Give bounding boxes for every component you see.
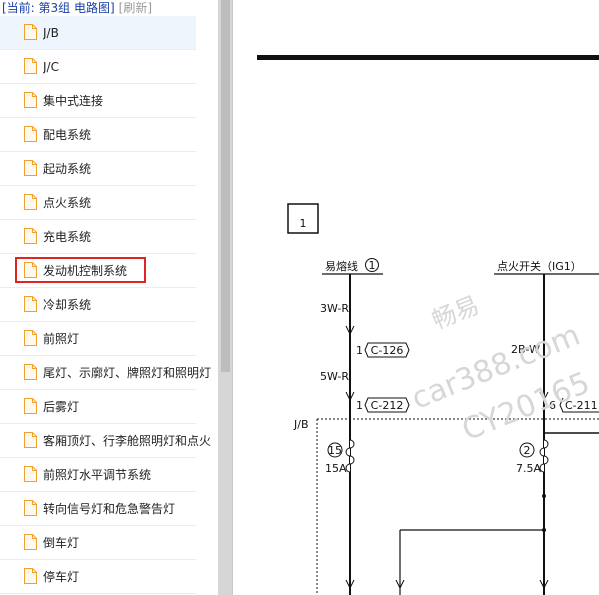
- fuse-right-number: 2: [524, 444, 531, 457]
- nav-item-label: 冷却系统: [43, 298, 92, 312]
- pin-label: 1: [356, 399, 363, 412]
- fuse-right-rating: 7.5A: [516, 462, 541, 475]
- wire-label-3w-r: 3W-R: [320, 302, 349, 315]
- nav-item-label: 起动系统: [43, 162, 92, 176]
- fuse-left-symbol: [345, 439, 355, 473]
- ignition-switch-title: 点火开关（IG1）: [497, 259, 582, 273]
- nav-item[interactable]: 充电系统: [0, 220, 196, 254]
- fusible-link-number: 1: [369, 259, 376, 272]
- pin-label: 1: [356, 344, 363, 357]
- nav-tree: [当前: 第3组 电路图] [刷新] J/B J/C 集中式连接配电系统起动系统点火系…: [0, 0, 218, 595]
- fusible-link-title: 易熔线: [325, 259, 358, 273]
- document-icon: [24, 262, 37, 278]
- document-icon: [24, 228, 37, 244]
- breadcrumb: [当前: 第3组 电路图] [刷新]: [2, 0, 218, 16]
- document-icon: [24, 24, 37, 40]
- nav-item-label: 前照灯水平调节系统: [43, 468, 152, 482]
- fuse-right-symbol: [539, 439, 549, 473]
- document-icon: [24, 432, 37, 448]
- nav-item[interactable]: 客厢顶灯、行李舱照明灯和点火: [0, 424, 211, 458]
- svg-text:C-212: C-212: [371, 399, 404, 412]
- nav-item[interactable]: J/C: [0, 50, 196, 84]
- nav-item-label: 前照灯: [43, 332, 80, 346]
- document-icon: [24, 296, 37, 312]
- nav-item-label: J/B: [43, 26, 59, 40]
- document-icon: [24, 194, 37, 210]
- svg-text:C-126: C-126: [371, 344, 404, 357]
- document-icon: [24, 398, 37, 414]
- circuit-diagram: 1 易熔线 1 点火开关（IG1） 3W-R 1 C-126 5W-R 1 C-…: [237, 0, 599, 595]
- nav-item-label: 配电系统: [43, 128, 92, 142]
- refresh-link[interactable]: [刷新]: [119, 1, 152, 15]
- nav-item[interactable]: 转向信号灯和危急警告灯: [0, 492, 196, 526]
- document-icon: [24, 126, 37, 142]
- document-icon: [24, 92, 37, 108]
- nav-item[interactable]: 点火系统: [0, 186, 196, 220]
- nav-item-label: 客厢顶灯、行李舱照明灯和点火: [43, 434, 212, 448]
- nav-item[interactable]: J/B: [0, 16, 196, 50]
- circuit-diagram-svg: 1 易熔线 1 点火开关（IG1） 3W-R 1 C-126 5W-R 1 C-…: [257, 55, 599, 595]
- nav-item[interactable]: 倒车灯: [0, 526, 196, 560]
- nav-item[interactable]: 前照灯水平调节系统: [0, 458, 196, 492]
- document-icon: [24, 160, 37, 176]
- fuse-left-number: 15: [328, 444, 342, 457]
- document-icon: [24, 466, 37, 482]
- nav-item[interactable]: 前照灯: [0, 322, 196, 356]
- jb-label: J/B: [293, 418, 309, 431]
- wire-label-5w-r: 5W-R: [320, 370, 349, 383]
- document-icon: [24, 534, 37, 550]
- nav-item[interactable]: 尾灯、示廓灯、牌照灯和照明灯: [0, 356, 211, 390]
- nav-item-label: 发动机控制系统: [43, 264, 128, 278]
- section-number: 1: [300, 217, 307, 230]
- breadcrumb-current: [当前: 第3组 电路图]: [2, 1, 115, 15]
- nav-item-label: 转向信号灯和危急警告灯: [43, 502, 176, 516]
- fuse-left-rating: 15A: [325, 462, 347, 475]
- document-icon: [24, 568, 37, 584]
- nav-item-label: 后雾灯: [43, 400, 80, 414]
- nav-item-label: 倒车灯: [43, 536, 80, 550]
- watermark: 畅易 car388.com CY20165: [407, 291, 595, 448]
- nav-item[interactable]: 发动机控制系统: [0, 254, 196, 288]
- document-icon: [24, 330, 37, 346]
- top-rule: [257, 55, 599, 60]
- nav-list: J/B J/C 集中式连接配电系统起动系统点火系统充电系统发动机控制系统 冷却系统前照…: [0, 16, 218, 594]
- nav-item-label: 集中式连接: [43, 94, 104, 108]
- svg-text:畅易: 畅易: [428, 291, 483, 335]
- nav-item-label: 停车灯: [43, 570, 80, 584]
- nav-item-label: 尾灯、示廓灯、牌照灯和照明灯: [43, 366, 212, 380]
- nav-item-label: 充电系统: [43, 230, 92, 244]
- nav-item-label: 点火系统: [43, 196, 92, 210]
- nav-item-label: J/C: [43, 60, 59, 74]
- nav-item[interactable]: 配电系统: [0, 118, 196, 152]
- nav-item[interactable]: 后雾灯: [0, 390, 196, 424]
- nav-item[interactable]: 冷却系统: [0, 288, 196, 322]
- nav-item[interactable]: 集中式连接: [0, 84, 196, 118]
- document-icon: [24, 500, 37, 516]
- document-icon: [24, 364, 37, 380]
- nav-item[interactable]: 停车灯: [0, 560, 196, 594]
- nav-scrollbar-thumb[interactable]: [221, 0, 230, 372]
- document-icon: [24, 58, 37, 74]
- nav-item[interactable]: 起动系统: [0, 152, 196, 186]
